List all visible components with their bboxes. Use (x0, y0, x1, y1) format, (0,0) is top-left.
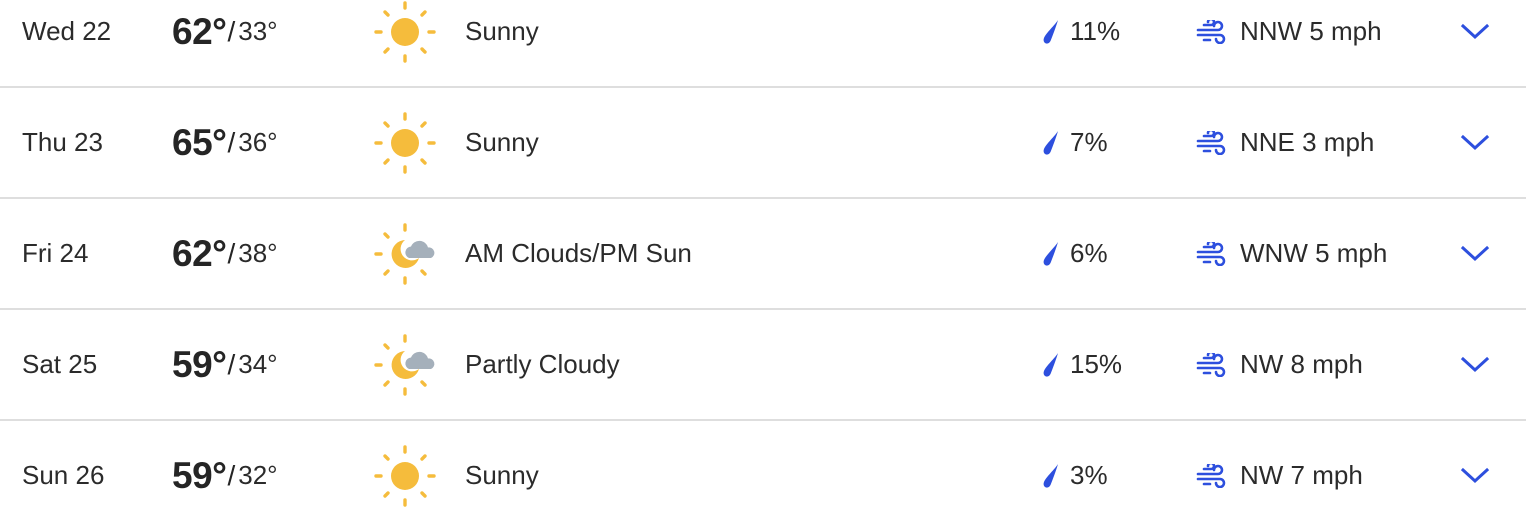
forecast-row[interactable]: Sun 26 59° / 32° Sunny 3% NW 7 mph (0, 421, 1526, 530)
raindrop-icon (1043, 130, 1058, 155)
condition-label: Sunny (465, 460, 539, 490)
temp-separator: / (227, 126, 236, 158)
high-temp: 62° (172, 10, 227, 52)
forecast-day: Sat 25 (22, 349, 98, 379)
wind-value: NNW 5 mph (1240, 16, 1382, 46)
precip-chance: 11% (1070, 16, 1121, 46)
precip-chance: 6% (1070, 238, 1108, 268)
condition-label: Sunny (465, 16, 539, 46)
raindrop-icon (1043, 463, 1058, 488)
forecast-day: Sun 26 (22, 460, 105, 490)
condition-label: AM Clouds/PM Sun (465, 238, 692, 268)
low-temp: 32° (238, 460, 278, 490)
temp-separator: / (227, 237, 236, 269)
wind-icon (1196, 463, 1226, 488)
partly-cloudy-icon (374, 333, 435, 396)
precip-chance: 7% (1070, 127, 1108, 157)
temp-separator: / (227, 348, 236, 380)
partly-cloudy-icon (374, 222, 435, 285)
chevron-down-icon (1460, 245, 1490, 261)
temp-separator: / (227, 459, 236, 491)
expand-row-button[interactable] (1456, 310, 1494, 419)
forecast-day: Wed 22 (22, 16, 112, 46)
chevron-down-icon (1460, 356, 1490, 372)
weather-icon (372, 0, 438, 86)
wind-icon (1196, 19, 1226, 44)
high-temp: 62° (172, 232, 227, 274)
raindrop-icon (1043, 241, 1058, 266)
low-temp: 36° (238, 127, 278, 157)
expand-row-button[interactable] (1456, 0, 1494, 86)
temperature-range: 62° / 38° (172, 199, 278, 308)
wind-icon (1196, 352, 1226, 377)
condition-label: Partly Cloudy (465, 349, 620, 379)
forecast-row[interactable]: Wed 22 62° / 33° Sunny 11% NNW 5 mph (0, 0, 1526, 88)
temperature-range: 59° / 34° (172, 310, 278, 419)
precip-chance: 15% (1070, 349, 1123, 379)
precipitation: 7% (1042, 88, 1108, 197)
forecast-row[interactable]: Thu 23 65° / 36° Sunny 7% NNE 3 mph (0, 88, 1526, 199)
wind: NNE 3 mph (1196, 88, 1374, 197)
sunny-icon (374, 111, 436, 174)
forecast-row[interactable]: Fri 24 62° / 38° AM Clouds/PM Sun 6% WNW… (0, 199, 1526, 310)
wind-icon (1196, 130, 1226, 155)
chevron-down-icon (1460, 467, 1490, 483)
raindrop-icon (1043, 352, 1058, 377)
precip-chance: 3% (1070, 460, 1108, 490)
forecast-day: Thu 23 (22, 127, 103, 157)
low-temp: 34° (238, 349, 278, 379)
temperature-range: 65° / 36° (172, 88, 278, 197)
temperature-range: 59° / 32° (172, 421, 278, 530)
precipitation: 11% (1042, 0, 1120, 86)
low-temp: 38° (238, 238, 278, 268)
wind: NW 8 mph (1196, 310, 1363, 419)
weather-icon (372, 88, 438, 197)
chevron-down-icon (1460, 134, 1490, 150)
wind-value: NNE 3 mph (1240, 127, 1375, 157)
forecast-row[interactable]: Sat 25 59° / 34° Partly Cloudy 15% NW 8 … (0, 310, 1526, 421)
wind-value: WNW 5 mph (1240, 238, 1388, 268)
high-temp: 65° (172, 121, 227, 163)
wind: NNW 5 mph (1196, 0, 1382, 86)
weather-icon (372, 421, 438, 530)
high-temp: 59° (172, 454, 227, 496)
raindrop-icon (1043, 19, 1058, 44)
temp-separator: / (227, 15, 236, 47)
wind-icon (1196, 241, 1226, 266)
sunny-icon (374, 0, 436, 63)
expand-row-button[interactable] (1456, 199, 1494, 308)
temperature-range: 62° / 33° (172, 0, 278, 86)
high-temp: 59° (172, 343, 227, 385)
chevron-down-icon (1460, 23, 1490, 39)
wind: NW 7 mph (1196, 421, 1363, 530)
precipitation: 15% (1042, 310, 1122, 419)
precipitation: 6% (1042, 199, 1108, 308)
sunny-icon (374, 444, 436, 507)
daily-forecast-list: Wed 22 62° / 33° Sunny 11% NNW 5 mph Thu… (0, 0, 1526, 530)
wind-value: NW 7 mph (1240, 460, 1363, 490)
weather-icon (372, 310, 438, 419)
forecast-day: Fri 24 (22, 238, 89, 268)
wind-value: NW 8 mph (1240, 349, 1363, 379)
low-temp: 33° (238, 16, 278, 46)
expand-row-button[interactable] (1456, 421, 1494, 530)
expand-row-button[interactable] (1456, 88, 1494, 197)
weather-icon (372, 199, 438, 308)
precipitation: 3% (1042, 421, 1108, 530)
condition-label: Sunny (465, 127, 539, 157)
wind: WNW 5 mph (1196, 199, 1387, 308)
